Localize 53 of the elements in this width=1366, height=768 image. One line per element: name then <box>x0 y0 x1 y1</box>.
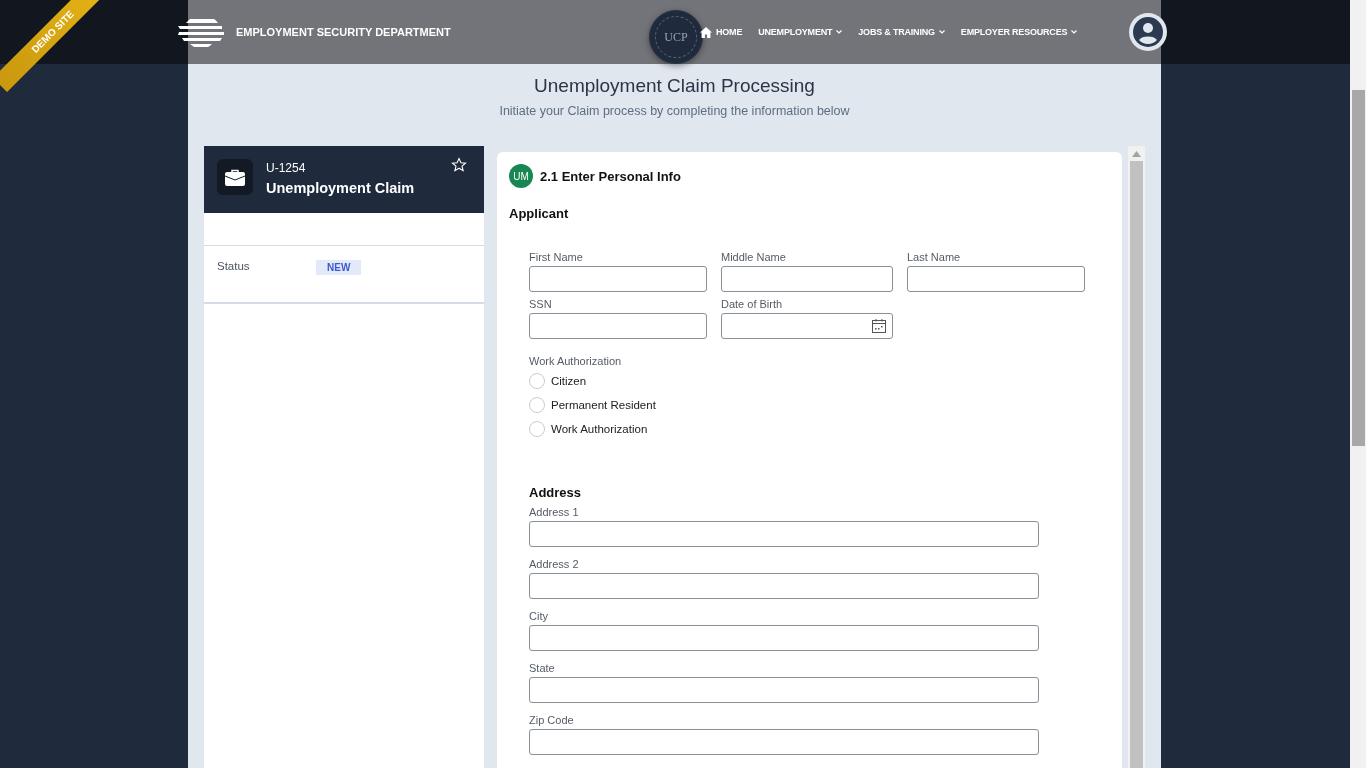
field-label: Middle Name <box>721 251 787 263</box>
case-title: Unemployment Claim <box>266 180 415 196</box>
caret-icon <box>1071 30 1078 34</box>
caret-icon <box>836 30 843 34</box>
input-field[interactable] <box>529 729 1039 755</box>
step-title: 2.1 Enter Personal Info <box>540 168 681 184</box>
caret-icon <box>938 30 945 34</box>
field-label: Address 2 <box>529 558 580 570</box>
nav-link[interactable]: JOBS & TRAINING <box>858 27 945 37</box>
field-label: State <box>529 662 556 674</box>
section-title: Address <box>529 485 583 500</box>
input-field[interactable] <box>907 266 1085 292</box>
step-badge: UM <box>509 164 533 188</box>
field-label: Work Authorization <box>529 355 622 367</box>
home-icon <box>700 26 712 38</box>
page-subtitle: Initiate your Claim process by completing the information below <box>498 104 851 118</box>
date-field[interactable] <box>721 313 893 339</box>
logo-icon <box>176 16 226 48</box>
page-title: Unemployment Claim Processing <box>533 75 816 97</box>
nav-link[interactable]: HOME <box>700 26 743 38</box>
field-label: Last Name <box>907 251 962 263</box>
field-label: Date of Birth <box>721 298 784 310</box>
input-field[interactable] <box>529 625 1039 651</box>
department-name: EMPLOYMENT SECURITY DEPARTMENT <box>236 26 451 38</box>
field-label: Zip Code <box>529 714 575 726</box>
user-icon <box>1133 17 1163 47</box>
calendar-icon <box>871 318 887 334</box>
radio-option[interactable]: Permanent Resident <box>529 397 1110 413</box>
radio-option[interactable]: Citizen <box>529 373 1110 389</box>
section-title: Applicant <box>509 206 570 221</box>
scrollbar[interactable] <box>1128 146 1145 768</box>
nav-link[interactable]: EMPLOYER RESOURCES <box>960 27 1078 37</box>
user-avatar-button[interactable] <box>1129 13 1167 51</box>
input-field[interactable] <box>529 677 1039 703</box>
scrollbar[interactable] <box>1350 0 1366 768</box>
scroll-up-icon[interactable] <box>1132 151 1141 157</box>
input-field[interactable] <box>529 313 707 339</box>
field-label: SSN <box>529 298 553 310</box>
seal-logo: UCP <box>649 10 703 64</box>
case-id: U-1254 <box>266 161 307 175</box>
status-label: Status <box>217 260 251 272</box>
field-label: City <box>529 610 549 622</box>
input-field[interactable] <box>529 266 707 292</box>
nav-link[interactable]: UNEMPLOYMENT <box>758 27 843 37</box>
status-badge: NEW <box>316 260 362 275</box>
star-button[interactable] <box>451 157 467 173</box>
radio-option[interactable]: Work Authorization <box>529 421 1110 437</box>
briefcase-icon <box>225 168 245 186</box>
field-label: Address 1 <box>529 506 580 518</box>
input-field[interactable] <box>529 521 1039 547</box>
field-label: First Name <box>529 251 584 263</box>
input-field[interactable] <box>721 266 893 292</box>
input-field[interactable] <box>529 573 1039 599</box>
